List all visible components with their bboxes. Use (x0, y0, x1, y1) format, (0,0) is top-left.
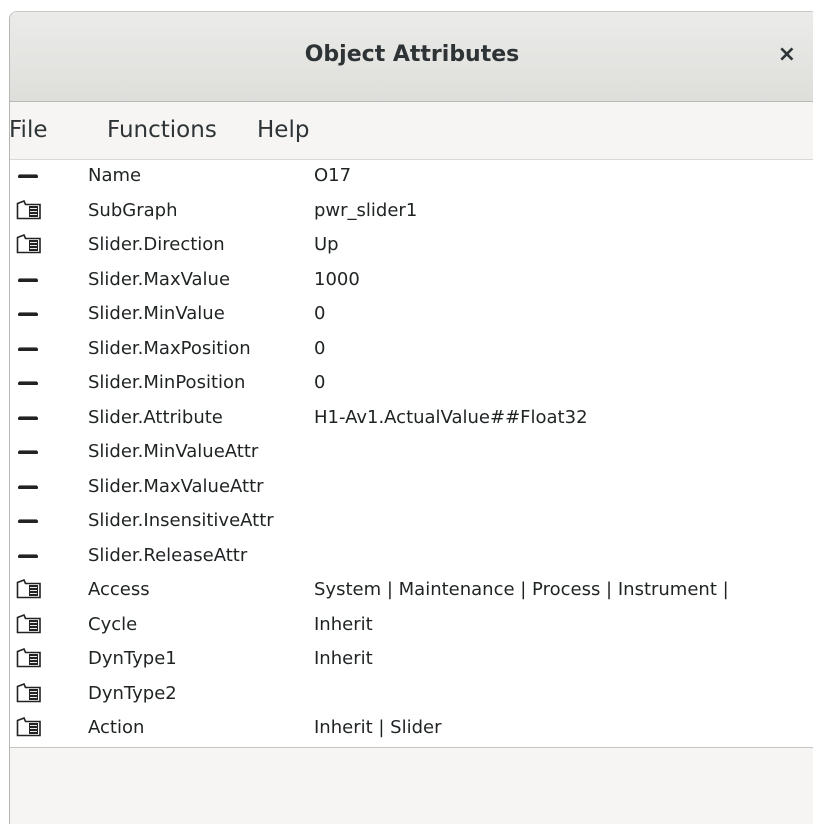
attribute-row[interactable]: Slider.MinPosition 0 (10, 367, 813, 401)
attr-line-icon[interactable] (16, 509, 42, 531)
attribute-value: Inherit (314, 614, 373, 635)
attribute-list: Name O17 SubGraph pwr_slider1 Slider.Directi… (10, 160, 813, 748)
attribute-name: Slider.Direction (88, 234, 225, 255)
attr-line-icon[interactable] (16, 164, 42, 186)
attribute-name: Slider.Attribute (88, 407, 223, 428)
attribute-name: Cycle (88, 614, 138, 635)
attribute-row[interactable]: SubGraph pwr_slider1 (10, 195, 813, 229)
attribute-name: Slider.MaxValue (88, 269, 231, 290)
attribute-value: 0 (314, 372, 326, 393)
attribute-name: Slider.InsensitiveAttr (88, 510, 274, 531)
attribute-name: DynType1 (88, 648, 177, 669)
attribute-row[interactable]: Slider.Attribute H1-Av1.ActualValue##Floa… (10, 402, 813, 436)
menu-file[interactable]: File (10, 117, 48, 143)
attr-line-icon[interactable] (16, 302, 42, 324)
attribute-value: 0 (314, 338, 326, 359)
attribute-name: Slider.MinValueAttr (88, 441, 259, 462)
menu-functions[interactable]: Functions (107, 117, 217, 143)
attribute-row[interactable]: Action Inherit | Slider (10, 712, 813, 746)
attribute-row[interactable]: Slider.MaxPosition 0 (10, 333, 813, 367)
attr-line-icon[interactable] (16, 268, 42, 290)
attribute-name: Slider.MaxValueAttr (88, 476, 264, 497)
attribute-row[interactable]: Access System | Maintenance | Process | I… (10, 574, 813, 608)
attribute-name: Access (88, 579, 150, 600)
attribute-row[interactable]: DynType1 Inherit (10, 643, 813, 677)
status-bar (10, 748, 813, 824)
attr-line-icon[interactable] (16, 406, 42, 428)
attr-line-icon[interactable] (16, 544, 42, 566)
object-attributes-window: Object Attributes × File Functions Help … (9, 11, 813, 824)
attribute-row[interactable]: Cycle Inherit (10, 609, 813, 643)
attribute-name: Name (88, 165, 142, 186)
attribute-value: pwr_slider1 (314, 200, 418, 221)
attribute-value: Inherit | Slider (314, 717, 442, 738)
folder-icon[interactable] (16, 647, 42, 669)
folder-icon[interactable] (16, 233, 42, 255)
attribute-row[interactable]: Slider.Direction Up (10, 229, 813, 263)
attribute-row[interactable]: Slider.InsensitiveAttr (10, 505, 813, 539)
attribute-value: 0 (314, 303, 326, 324)
close-button[interactable]: × (778, 42, 796, 67)
menu-help[interactable]: Help (257, 117, 309, 143)
folder-icon[interactable] (16, 199, 42, 221)
title-bar[interactable]: Object Attributes × (10, 12, 813, 102)
attribute-name: Slider.MaxPosition (88, 338, 251, 359)
attribute-name: Action (88, 717, 145, 738)
attribute-value: System | Maintenance | Process | Instrum… (314, 579, 729, 600)
folder-icon[interactable] (16, 578, 42, 600)
window-title: Object Attributes (304, 42, 520, 67)
attribute-value: Up (314, 234, 339, 255)
attribute-row[interactable]: DynType2 (10, 678, 813, 712)
attr-line-icon[interactable] (16, 337, 42, 359)
attribute-row[interactable]: Slider.MinValue 0 (10, 298, 813, 332)
attribute-name: SubGraph (88, 200, 178, 221)
attribute-row[interactable]: Slider.ReleaseAttr (10, 540, 813, 574)
attr-line-icon[interactable] (16, 475, 42, 497)
attribute-row[interactable]: Slider.MaxValue 1000 (10, 264, 813, 298)
attribute-value: 1000 (314, 269, 360, 290)
folder-icon[interactable] (16, 613, 42, 635)
menu-bar: File Functions Help (10, 102, 813, 160)
attribute-name: Slider.MinValue (88, 303, 225, 324)
attr-line-icon[interactable] (16, 440, 42, 462)
attribute-value: H1-Av1.ActualValue##Float32 (314, 407, 588, 428)
attribute-name: DynType2 (88, 683, 177, 704)
attribute-row[interactable]: Name O17 (10, 160, 813, 194)
attribute-name: Slider.ReleaseAttr (88, 545, 248, 566)
attribute-value: Inherit (314, 648, 373, 669)
attribute-value: O17 (314, 165, 352, 186)
attribute-row[interactable]: Slider.MinValueAttr (10, 436, 813, 470)
folder-icon[interactable] (16, 682, 42, 704)
folder-icon[interactable] (16, 716, 42, 738)
attr-line-icon[interactable] (16, 371, 42, 393)
attribute-row[interactable]: Slider.MaxValueAttr (10, 471, 813, 505)
attribute-name: Slider.MinPosition (88, 372, 246, 393)
